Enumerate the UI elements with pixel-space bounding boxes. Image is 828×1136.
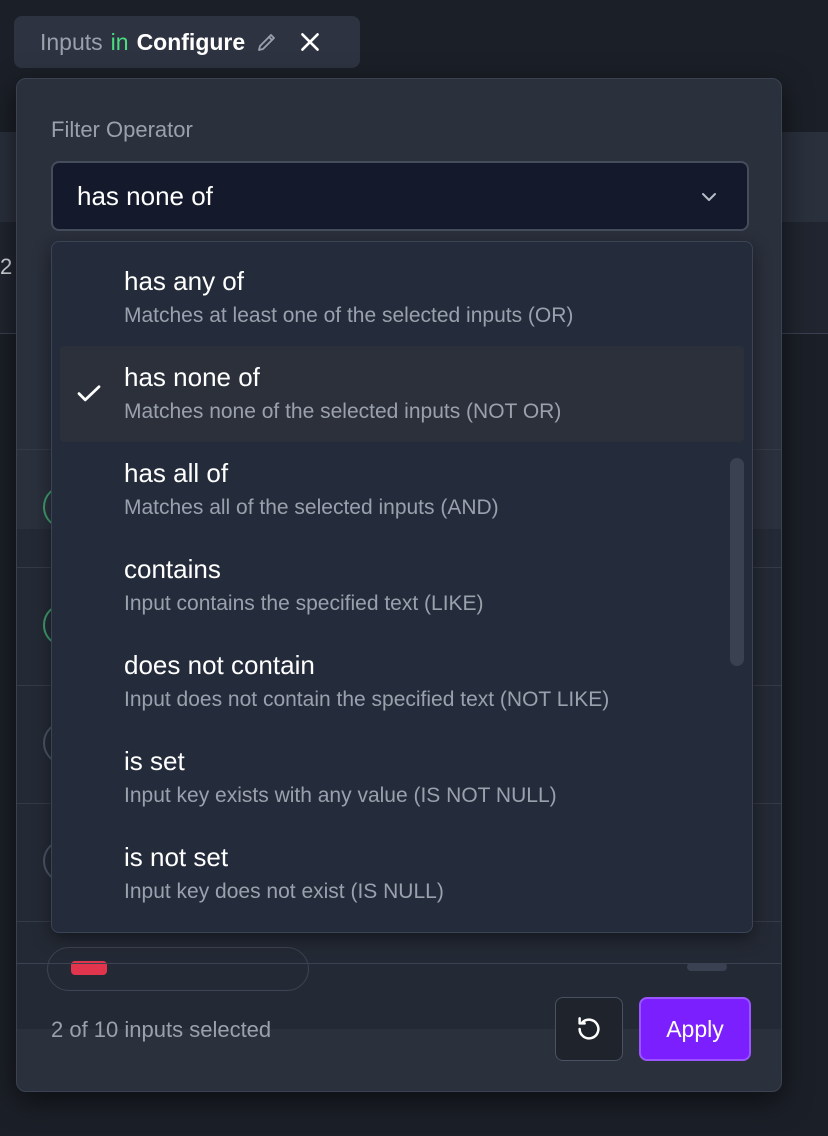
pencil-icon[interactable]: [255, 30, 279, 54]
background-number: 2: [0, 254, 13, 279]
option-does-not-contain[interactable]: does not contain Input does not contain …: [60, 634, 744, 730]
chip-connector: in: [110, 28, 129, 55]
option-title: has any of: [124, 266, 244, 296]
option-has-none-of[interactable]: has none of Matches none of the selected…: [60, 346, 744, 442]
close-icon[interactable]: [297, 29, 323, 55]
filter-operator-select[interactable]: has none of: [51, 161, 749, 231]
option-description: Input key exists with any value (IS NOT …: [124, 784, 557, 807]
option-is-set[interactable]: is set Input key exists with any value (…: [60, 730, 744, 826]
filter-popover: Filter Operator has none of has any of M…: [16, 78, 782, 1092]
app-root: 2 Inputs in Configure Filter Operator ha…: [0, 0, 828, 1136]
option-contains[interactable]: contains Input contains the specified te…: [60, 538, 744, 634]
filter-chip[interactable]: Inputs in Configure: [14, 16, 360, 68]
checkmark-icon: [74, 378, 104, 408]
option-title: is set: [124, 746, 185, 776]
option-is-not-set[interactable]: is not set Input key does not exist (IS …: [60, 826, 744, 922]
option-title: has none of: [124, 362, 260, 392]
option-title: contains: [124, 554, 221, 584]
option-description: Matches at least one of the selected inp…: [124, 304, 574, 327]
option-title: is not set: [124, 842, 229, 872]
option-has-all-of[interactable]: has all of Matches all of the selected i…: [60, 442, 744, 538]
background-indicator: [687, 963, 727, 971]
option-description: Input key does not exist (IS NULL): [124, 880, 444, 903]
selected-operator: has none of: [77, 180, 213, 211]
option-description: Matches none of the selected inputs (NOT…: [124, 400, 562, 423]
option-has-any-of[interactable]: has any of Matches at least one of the s…: [60, 250, 744, 346]
option-title: does not contain: [124, 650, 315, 680]
reset-button[interactable]: [555, 997, 623, 1061]
footer-divider: [17, 963, 781, 964]
option-description: Input contains the specified text (LIKE): [124, 592, 484, 615]
chevron-down-icon: [697, 185, 721, 209]
option-title: has all of: [124, 458, 229, 488]
filter-operator-label: Filter Operator: [51, 117, 193, 142]
operator-dropdown-menu: has any of Matches at least one of the s…: [51, 241, 753, 933]
chip-value: Configure: [136, 28, 246, 55]
apply-button[interactable]: Apply: [639, 997, 751, 1061]
option-description: Matches all of the selected inputs (AND): [124, 496, 499, 519]
menu-scrollbar[interactable]: [730, 458, 744, 666]
option-description: Input does not contain the specified tex…: [124, 688, 610, 711]
reset-icon: [574, 1014, 604, 1044]
selection-count: 2 of 10 inputs selected: [51, 1017, 272, 1042]
chip-field: Inputs: [40, 28, 103, 55]
